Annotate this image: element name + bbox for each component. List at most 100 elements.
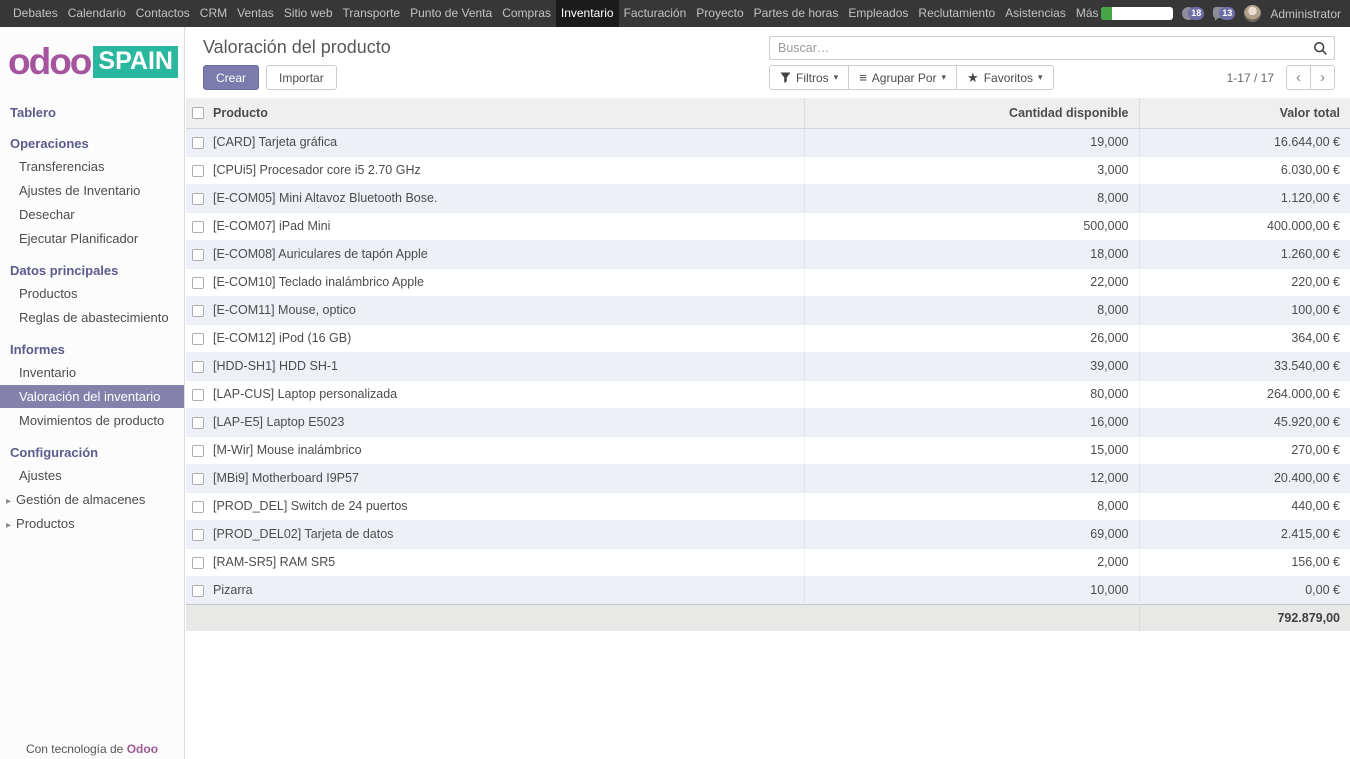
sidebar-item-gestión-de-almacenes[interactable]: ▸Gestión de almacenes: [0, 488, 184, 511]
value-cell: 440,00 €: [1139, 492, 1350, 520]
messages-menu-button[interactable]: 13: [1213, 6, 1235, 22]
top-menu-contactos[interactable]: Contactos: [131, 0, 195, 27]
top-menu-crm[interactable]: CRM: [195, 0, 232, 27]
row-checkbox[interactable]: [192, 585, 204, 597]
user-menu[interactable]: Administrator: [1270, 7, 1341, 21]
row-checkbox[interactable]: [192, 389, 204, 401]
row-checkbox[interactable]: [192, 417, 204, 429]
top-menu-asistencias[interactable]: Asistencias: [1000, 0, 1071, 27]
table-row[interactable]: [MBi9] Motherboard I9P5712,00020.400,00 …: [186, 464, 1350, 492]
row-checkbox[interactable]: [192, 305, 204, 317]
odoo-brand-link[interactable]: Odoo: [127, 742, 158, 756]
row-checkbox[interactable]: [192, 333, 204, 345]
top-menu-more[interactable]: Más ▾: [1071, 0, 1101, 27]
row-checkbox[interactable]: [192, 473, 204, 485]
table-row[interactable]: [LAP-E5] Laptop E502316,00045.920,00 €: [186, 408, 1350, 436]
search-icon[interactable]: [1313, 41, 1328, 56]
top-menu-inventario[interactable]: Inventario: [556, 0, 619, 27]
expand-caret-icon[interactable]: ▸: [6, 520, 11, 531]
column-header-value[interactable]: Valor total: [1139, 98, 1350, 128]
product-cell: [LAP-E5] Laptop E5023: [207, 408, 804, 436]
sidebar-item-tablero[interactable]: Tablero: [0, 102, 184, 123]
row-checkbox-cell: [186, 408, 207, 436]
top-menu-reclutamiento[interactable]: Reclutamiento: [913, 0, 1000, 27]
sidebar-item-productos[interactable]: ▸Productos: [0, 512, 184, 535]
top-menu-ventas[interactable]: Ventas: [232, 0, 279, 27]
select-all-checkbox[interactable]: [192, 107, 204, 119]
top-menu-punto-de-venta[interactable]: Punto de Venta: [405, 0, 497, 27]
row-checkbox[interactable]: [192, 221, 204, 233]
row-checkbox[interactable]: [192, 193, 204, 205]
row-checkbox[interactable]: [192, 277, 204, 289]
sidebar-item-transferencias[interactable]: Transferencias: [0, 155, 184, 178]
table-row[interactable]: [E-COM08] Auriculares de tapón Apple18,0…: [186, 240, 1350, 268]
chevron-down-icon: ▾: [942, 72, 947, 83]
sidebar-item-movimientos-de-producto[interactable]: Movimientos de producto: [0, 409, 184, 432]
table-row[interactable]: [PROD_DEL] Switch de 24 puertos8,000440,…: [186, 492, 1350, 520]
table-row[interactable]: [RAM-SR5] RAM SR52,000156,00 €: [186, 548, 1350, 576]
filters-button[interactable]: Filtros ▾: [769, 65, 849, 90]
pager-next-button[interactable]: ›: [1310, 65, 1335, 90]
row-checkbox[interactable]: [192, 165, 204, 177]
import-button[interactable]: Importar: [266, 65, 337, 90]
sidebar-section-label-informes: Informes: [0, 339, 184, 360]
value-cell: 2.415,00 €: [1139, 520, 1350, 548]
top-menu-debates[interactable]: Debates: [8, 0, 63, 27]
sidebar-item-ejecutar-planificador[interactable]: Ejecutar Planificador: [0, 227, 184, 250]
row-checkbox[interactable]: [192, 529, 204, 541]
company-logo[interactable]: odoo SPAIN: [8, 44, 184, 80]
qty-cell: 22,000: [804, 268, 1139, 296]
top-menu-facturación[interactable]: Facturación: [619, 0, 692, 27]
sidebar-item-inventario[interactable]: Inventario: [0, 361, 184, 384]
row-checkbox[interactable]: [192, 361, 204, 373]
favorites-button[interactable]: ★ Favoritos ▾: [956, 65, 1054, 90]
top-menu-proyecto[interactable]: Proyecto: [691, 0, 748, 27]
row-checkbox[interactable]: [192, 137, 204, 149]
column-header-qty[interactable]: Cantidad disponible: [804, 98, 1139, 128]
qty-cell: 8,000: [804, 296, 1139, 324]
sidebar-item-reglas-de-abastecimiento[interactable]: Reglas de abastecimiento: [0, 306, 184, 329]
row-checkbox[interactable]: [192, 445, 204, 457]
row-checkbox-cell: [186, 380, 207, 408]
sidebar-item-ajustes[interactable]: Ajustes: [0, 464, 184, 487]
table-row[interactable]: [E-COM07] iPad Mini500,000400.000,00 €: [186, 212, 1350, 240]
top-menu-empleados[interactable]: Empleados: [843, 0, 913, 27]
table-row[interactable]: [CPUi5] Procesador core i5 2.70 GHz3,000…: [186, 156, 1350, 184]
sidebar-item-ajustes-de-inventario[interactable]: Ajustes de Inventario: [0, 179, 184, 202]
table-row[interactable]: [PROD_DEL02] Tarjeta de datos69,0002.415…: [186, 520, 1350, 548]
sidebar-item-valoración-del-inventario[interactable]: Valoración del inventario: [0, 385, 184, 408]
top-menu-transporte[interactable]: Transporte: [338, 0, 406, 27]
sidebar-item-productos[interactable]: Productos: [0, 282, 184, 305]
table-row[interactable]: [LAP-CUS] Laptop personalizada80,000264.…: [186, 380, 1350, 408]
top-menu-calendario[interactable]: Calendario: [63, 0, 131, 27]
row-checkbox[interactable]: [192, 501, 204, 513]
pager-previous-button[interactable]: ‹: [1286, 65, 1311, 90]
row-checkbox[interactable]: [192, 249, 204, 261]
top-menu-sitio-web[interactable]: Sitio web: [279, 0, 338, 27]
list-view: Producto Cantidad disponible Valor total…: [186, 98, 1350, 631]
activities-menu-button[interactable]: 18: [1182, 6, 1204, 22]
create-button[interactable]: Crear: [203, 65, 259, 90]
table-row[interactable]: [M-Wir] Mouse inalámbrico15,000270,00 €: [186, 436, 1350, 464]
search-input[interactable]: [770, 37, 1334, 59]
top-menubar: DebatesCalendarioContactosCRMVentasSitio…: [0, 0, 1101, 27]
column-header-product[interactable]: Producto: [207, 98, 804, 128]
top-menu-partes-de-horas[interactable]: Partes de horas: [749, 0, 844, 27]
expand-caret-icon[interactable]: ▸: [6, 496, 11, 507]
top-menu-compras[interactable]: Compras: [497, 0, 556, 27]
table-row[interactable]: [CARD] Tarjeta gráfica19,00016.644,00 €: [186, 128, 1350, 156]
row-checkbox[interactable]: [192, 557, 204, 569]
table-row[interactable]: [HDD-SH1] HDD SH-139,00033.540,00 €: [186, 352, 1350, 380]
table-row[interactable]: Pizarra10,0000,00 €: [186, 576, 1350, 604]
user-avatar[interactable]: [1244, 5, 1261, 22]
product-cell: [E-COM05] Mini Altavoz Bluetooth Bose.: [207, 184, 804, 212]
table-row[interactable]: [E-COM10] Teclado inalámbrico Apple22,00…: [186, 268, 1350, 296]
timer-progress-bar[interactable]: [1101, 7, 1173, 20]
group-by-button[interactable]: ≡ Agrupar Por ▾: [848, 65, 957, 90]
sidebar-item-desechar[interactable]: Desechar: [0, 203, 184, 226]
table-row[interactable]: [E-COM05] Mini Altavoz Bluetooth Bose.8,…: [186, 184, 1350, 212]
table-row[interactable]: [E-COM12] iPod (16 GB)26,000364,00 €: [186, 324, 1350, 352]
table-row[interactable]: [E-COM11] Mouse, optico8,000100,00 €: [186, 296, 1350, 324]
value-cell: 6.030,00 €: [1139, 156, 1350, 184]
row-checkbox-cell: [186, 492, 207, 520]
